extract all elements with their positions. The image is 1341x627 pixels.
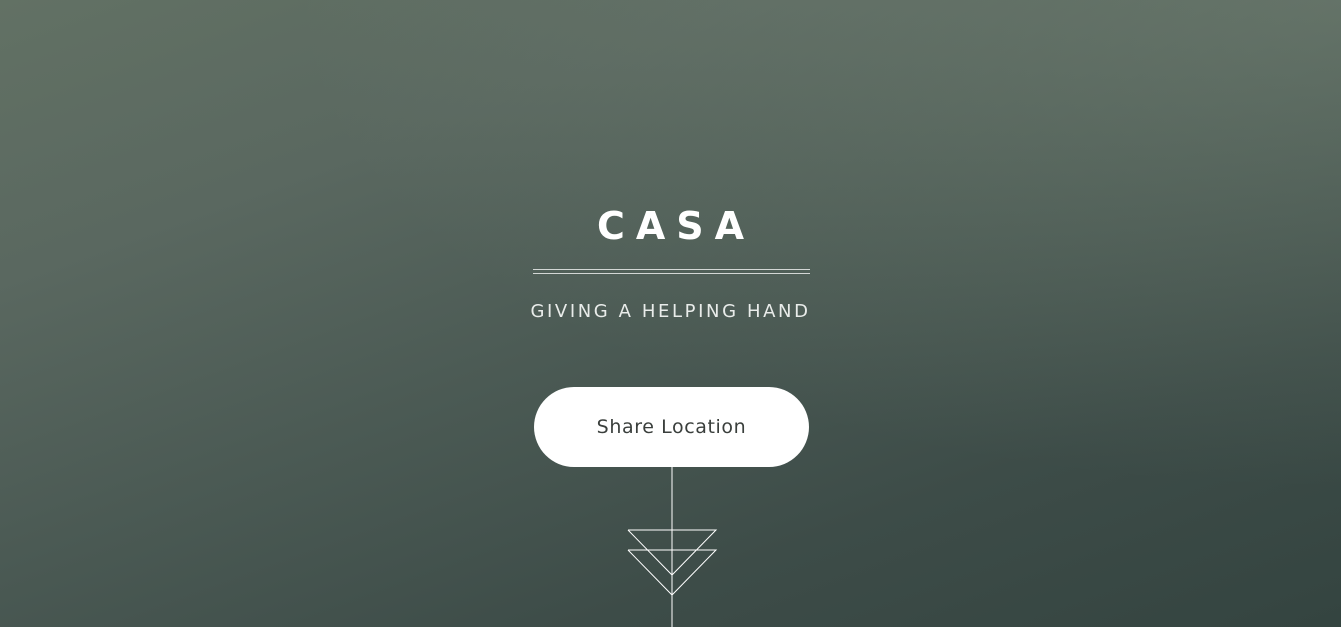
title-divider-top: [533, 269, 810, 270]
down-arrow-icon[interactable]: [622, 467, 722, 627]
tagline: GIVING A HELPING HAND: [530, 301, 811, 322]
title-divider-bottom: [533, 273, 810, 274]
site-title: CASA: [596, 204, 756, 248]
share-location-button[interactable]: Share Location: [534, 387, 809, 467]
